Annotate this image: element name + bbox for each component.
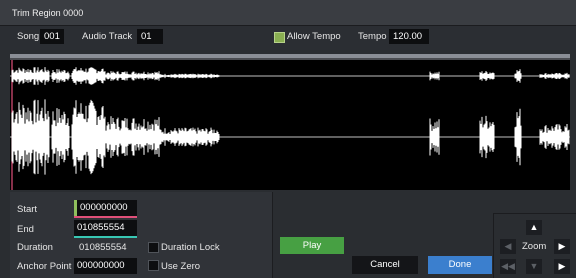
- scroll-start-button[interactable]: ◀◀: [500, 259, 516, 274]
- waveform-svg: [10, 60, 570, 190]
- tempo-field[interactable]: 120.00: [389, 29, 429, 44]
- duration-lock-label: Duration Lock: [161, 242, 220, 253]
- arrow-down-icon: ▼: [529, 261, 539, 271]
- scroll-end-button[interactable]: ▶: [554, 259, 570, 274]
- cancel-button[interactable]: Cancel: [352, 256, 418, 274]
- end-label: End: [17, 224, 34, 235]
- anchor-point-label: Anchor Point: [17, 261, 72, 272]
- use-zero-checkbox[interactable]: [148, 260, 159, 271]
- done-button[interactable]: Done: [428, 256, 492, 274]
- arrow-up-icon: ▲: [529, 222, 539, 232]
- top-controls: Song 001 Audio Track 01 Allow Tempo Temp…: [0, 26, 576, 50]
- start-label: Start: [17, 204, 38, 215]
- duration-label: Duration: [17, 242, 53, 253]
- use-zero-label: Use Zero: [161, 261, 201, 272]
- skip-end-icon: ▶: [558, 261, 566, 271]
- play-button[interactable]: Play: [280, 237, 344, 254]
- start-field[interactable]: 000000000: [77, 200, 137, 216]
- audio-track-field[interactable]: 01: [137, 29, 163, 44]
- zoom-out-horizontal-button[interactable]: ◀: [500, 239, 516, 254]
- zoom-panel: ▲ ◀ Zoom ▶ ◀◀ ▼ ▶: [493, 213, 576, 278]
- song-label: Song: [17, 31, 40, 42]
- zoom-label: Zoom: [522, 241, 547, 252]
- end-field[interactable]: 010855554: [74, 220, 137, 236]
- allow-tempo-label: Allow Tempo: [287, 31, 341, 42]
- allow-tempo-checkbox[interactable]: [274, 32, 285, 43]
- arrow-left-icon: ◀: [504, 241, 512, 251]
- end-field-underline: [74, 236, 137, 238]
- panel-divider: [272, 192, 273, 278]
- zoom-in-vertical-button[interactable]: ▲: [526, 220, 542, 235]
- duration-value: 010855554: [79, 242, 127, 253]
- duration-lock-checkbox[interactable]: [148, 242, 159, 253]
- window-title: Trim Region 0000: [12, 8, 84, 18]
- title-bar: Trim Region 0000: [0, 0, 576, 26]
- song-field[interactable]: 001: [40, 29, 64, 44]
- zoom-in-horizontal-button[interactable]: ▶: [554, 239, 570, 254]
- audio-track-label: Audio Track: [82, 31, 133, 42]
- skip-start-icon: ◀◀: [501, 261, 515, 271]
- waveform-display[interactable]: [10, 54, 570, 190]
- start-field-underline: [74, 216, 137, 218]
- tempo-label: Tempo: [358, 31, 387, 42]
- arrow-right-icon: ▶: [558, 241, 566, 251]
- zoom-out-vertical-button[interactable]: ▼: [526, 259, 542, 274]
- anchor-point-field[interactable]: 000000000: [74, 258, 137, 274]
